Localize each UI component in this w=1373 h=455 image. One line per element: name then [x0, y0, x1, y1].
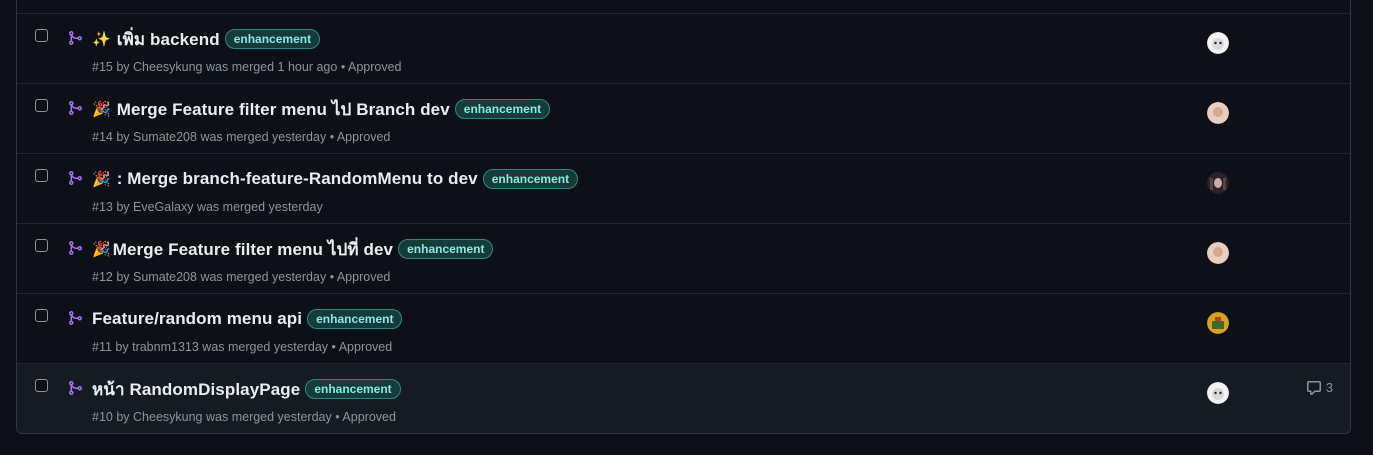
- merged-status: was merged yesterday: [200, 270, 327, 284]
- merged-status: was merged yesterday: [206, 410, 332, 424]
- avatar-pixel-icon[interactable]: [1207, 312, 1229, 334]
- pull-request-row: ✨ เพิ่ม backend enhancement #15 by Chees…: [17, 13, 1350, 83]
- pr-title-link[interactable]: Merge Feature filter menu ไป Branch dev: [117, 96, 450, 123]
- merged-pr-icon: [69, 311, 83, 325]
- author-link[interactable]: Cheesykung: [133, 60, 203, 74]
- enhancement-label[interactable]: enhancement: [482, 169, 579, 189]
- pull-request-row: Feature/random menu api enhancement #11 …: [17, 293, 1350, 363]
- pr-meta: #13 by EveGalaxy was merged yesterday: [92, 200, 323, 214]
- pull-request-row: หน้า RandomDisplayPage enhancement #10 b…: [17, 363, 1350, 433]
- pull-request-row: 🎉 Merge Feature filter menu ไป Branch de…: [17, 83, 1350, 153]
- party-popper-emoji: 🎉: [92, 101, 111, 118]
- review-status[interactable]: • Approved: [332, 340, 393, 354]
- merged-status: was merged yesterday: [202, 340, 329, 354]
- pr-meta: #11 by trabnm1313 was merged yesterday •…: [92, 340, 393, 354]
- comment-count: 3: [1326, 381, 1333, 395]
- pull-request-row: 🎉 : Merge branch-feature-RandomMenu to d…: [17, 153, 1350, 223]
- author-link[interactable]: Sumate208: [133, 270, 197, 284]
- merged-status: was merged 1 hour ago: [206, 60, 338, 74]
- avatar-dark-icon[interactable]: [1207, 172, 1229, 194]
- enhancement-label[interactable]: enhancement: [398, 239, 494, 259]
- pr-number: #12: [92, 270, 113, 284]
- review-status[interactable]: • Approved: [330, 270, 391, 284]
- review-status[interactable]: • Approved: [335, 410, 396, 424]
- author-link[interactable]: Sumate208: [133, 130, 197, 144]
- pr-number: #15: [92, 60, 113, 74]
- party-popper-emoji: 🎉: [92, 241, 111, 258]
- select-checkbox[interactable]: [35, 29, 48, 42]
- select-checkbox[interactable]: [35, 169, 48, 182]
- pr-meta: #10 by Cheesykung was merged yesterday •…: [92, 410, 396, 424]
- comment-icon: [1307, 381, 1321, 395]
- merged-pr-icon: [69, 101, 83, 115]
- pull-request-row: 🎉 Merge Feature filter menu ไปที่ dev en…: [17, 223, 1350, 293]
- pr-meta: #14 by Sumate208 was merged yesterday • …: [92, 130, 391, 144]
- pr-title-link[interactable]: เพิ่ม backend: [117, 26, 220, 53]
- avatar-peach-icon[interactable]: [1207, 102, 1229, 124]
- pr-title-link[interactable]: Merge Feature filter menu ไปที่ dev: [113, 236, 393, 263]
- pr-meta: #15 by Cheesykung was merged 1 hour ago …: [92, 60, 402, 74]
- pr-meta: #12 by Sumate208 was merged yesterday • …: [92, 270, 391, 284]
- review-status[interactable]: • Approved: [341, 60, 402, 74]
- party-popper-emoji: 🎉: [92, 171, 111, 188]
- sparkles-emoji: ✨: [92, 31, 111, 48]
- select-checkbox[interactable]: [35, 99, 48, 112]
- pr-title-link[interactable]: Feature/random menu api: [92, 309, 302, 329]
- pull-request-list: ✨ เพิ่ม backend enhancement #15 by Chees…: [16, 0, 1351, 434]
- select-checkbox[interactable]: [35, 379, 48, 392]
- pr-number: #10: [92, 410, 113, 424]
- merged-pr-icon: [69, 171, 83, 185]
- enhancement-label[interactable]: enhancement: [305, 379, 401, 399]
- author-link[interactable]: EveGalaxy: [133, 200, 193, 214]
- avatar-peach-icon[interactable]: [1207, 242, 1229, 264]
- merged-pr-icon: [69, 241, 83, 255]
- pr-number: #13: [92, 200, 113, 214]
- enhancement-label[interactable]: enhancement: [454, 99, 551, 119]
- merged-pr-icon: [69, 31, 83, 45]
- select-checkbox[interactable]: [35, 309, 48, 322]
- review-status[interactable]: • Approved: [330, 130, 391, 144]
- pr-number: #11: [92, 340, 112, 354]
- pr-title-link[interactable]: : Merge branch-feature-RandomMenu to dev: [117, 169, 478, 189]
- author-link[interactable]: Cheesykung: [133, 410, 203, 424]
- merged-status: was merged yesterday: [200, 130, 327, 144]
- merged-pr-icon: [69, 381, 83, 395]
- pr-title-link[interactable]: หน้า RandomDisplayPage: [92, 376, 300, 403]
- avatar-white-icon[interactable]: [1207, 382, 1229, 404]
- pr-number: #14: [92, 130, 113, 144]
- enhancement-label[interactable]: enhancement: [307, 309, 403, 329]
- comments-link[interactable]: 3: [1306, 380, 1333, 396]
- author-link[interactable]: trabnm1313: [132, 340, 199, 354]
- select-checkbox[interactable]: [35, 239, 48, 252]
- merged-status: was merged yesterday: [196, 200, 323, 214]
- avatar-white-icon[interactable]: [1207, 32, 1229, 54]
- enhancement-label[interactable]: enhancement: [224, 29, 321, 49]
